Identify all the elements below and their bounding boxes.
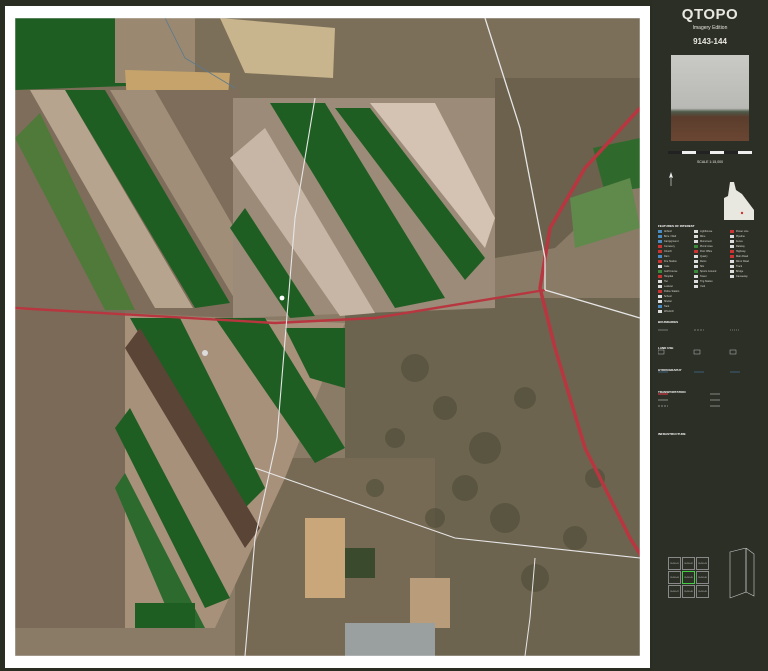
copyright-paragraph <box>658 440 762 490</box>
legend-item: Pipeline <box>730 235 745 238</box>
legend-item: Lighthouse <box>694 230 712 233</box>
legend-item: Main Road <box>730 255 748 258</box>
legend-item: Track <box>730 265 742 268</box>
folded-sheet-diagram <box>729 548 755 599</box>
legend-item: Railway <box>730 245 745 248</box>
sheet-cell-current[interactable]: 9143-145 <box>682 571 695 584</box>
scale-bar <box>668 151 752 154</box>
disclaimer-paragraph <box>658 492 762 532</box>
sheet-cell[interactable]: 9143-143 <box>696 557 709 570</box>
legend-item: Ruins <box>694 260 706 263</box>
map-title: QTOPO <box>681 6 739 23</box>
sheet-cell[interactable]: 9143-146 <box>696 571 709 584</box>
sheet-cell[interactable]: 9143-147 <box>668 585 681 598</box>
legend-item: Trig Station <box>694 280 713 283</box>
legend-item: Power Line <box>730 230 749 233</box>
sheet-cell[interactable]: 9143-149 <box>696 585 709 598</box>
legend-item: Tower <box>694 275 707 278</box>
legend-item: Monument <box>694 240 712 243</box>
legend-item: Dam <box>658 255 669 258</box>
legend-section-boundaries: BOUNDARIES <box>658 320 679 324</box>
sheet-number: 9143-144 <box>693 37 727 46</box>
queensland-locator-map <box>724 182 754 220</box>
legend-item: Highway <box>730 250 746 253</box>
legend-item: Church <box>658 250 672 253</box>
legend-item: Minor Road <box>730 260 749 263</box>
legend-item: Mine <box>694 235 705 238</box>
footer-text <box>658 612 762 664</box>
map-frame <box>5 6 650 668</box>
legend-item: Airfield <box>658 230 672 233</box>
legend-panel: QTOPO Imagery Edition 9143-144 SCALE 1:1… <box>652 0 768 671</box>
legend-item: Shelter <box>658 300 672 303</box>
legend-item: School <box>658 295 672 298</box>
north-arrow-icon <box>669 172 673 186</box>
sheet-cell[interactable]: 9143-141 <box>668 557 681 570</box>
legend-item: Fence <box>730 240 743 243</box>
legend-item: Sports Ground <box>694 270 716 273</box>
legend-item: Fire Station <box>658 260 677 263</box>
map-subtitle: Imagery Edition <box>692 25 728 31</box>
sheet-cell[interactable]: 9143-142 <box>682 557 695 570</box>
legend-item: Gate <box>658 265 669 268</box>
sheet-cell[interactable]: 9143-148 <box>682 585 695 598</box>
legend-item: Yard <box>694 285 705 288</box>
cover-photo <box>671 55 749 141</box>
legend-item: Silo <box>694 265 704 268</box>
legend-item: Hospital <box>658 275 673 278</box>
legend-item: Tank <box>658 305 669 308</box>
legend-item: Bore / Well <box>658 235 676 238</box>
sheet-cell[interactable]: 9143-144 <box>668 571 681 584</box>
legend-item: Windmill <box>658 310 673 313</box>
legend-item: Police Station <box>658 290 679 293</box>
legend-section-features: FEATURES OF INTEREST <box>658 224 695 228</box>
legend-section-infrastructure: INFRASTRUCTURE <box>658 432 686 436</box>
legend-symbols <box>658 329 740 407</box>
adjoining-sheets-index: 9143-141 9143-142 9143-143 9143-144 9143… <box>668 557 710 599</box>
legend-item: Bridge <box>730 270 743 273</box>
legend-item: Quarry <box>694 255 708 258</box>
legend-item: Post Office <box>694 250 712 253</box>
legend-item: Hut <box>658 280 668 283</box>
legend-item: Picnic Area <box>694 245 713 248</box>
legend-item: Golf Course <box>658 270 677 273</box>
scale-text: SCALE 1:15,000 <box>696 160 724 164</box>
legend-item: Causeway <box>730 275 748 278</box>
legend-item: Lookout <box>658 285 673 288</box>
legend-item: Campground <box>658 240 678 243</box>
satellite-map[interactable] <box>15 18 640 656</box>
legend-item: Cemetery <box>658 245 675 248</box>
